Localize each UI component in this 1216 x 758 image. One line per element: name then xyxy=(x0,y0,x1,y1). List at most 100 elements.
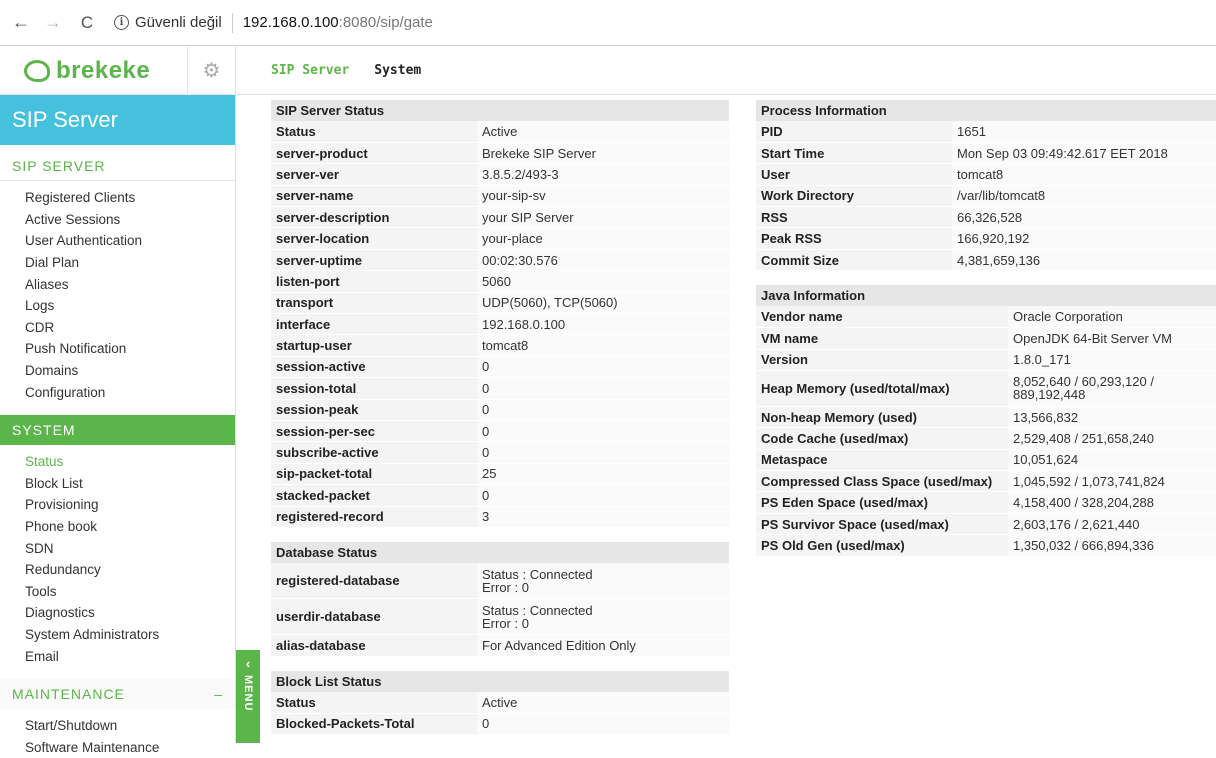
row-label: server-name xyxy=(271,185,477,208)
row-value: tomcat8 xyxy=(952,163,1216,186)
url-path[interactable]: :8080/sip/gate xyxy=(339,14,433,31)
row-value: your-sip-sv xyxy=(477,185,729,208)
sidebar-item-provisioning[interactable]: Provisioning xyxy=(0,494,235,516)
sidebar-item-sdn[interactable]: SDN xyxy=(0,537,235,559)
table-row: session-total 0 xyxy=(271,377,729,400)
table-row: server-location your-place xyxy=(271,227,729,250)
sip-server-section-header[interactable]: SIP SERVER xyxy=(0,151,235,181)
system-menu: Status Block List Provisioning Phone boo… xyxy=(0,445,235,667)
gear-icon[interactable]: ⚙ xyxy=(188,58,235,83)
table-row: userdir-database Status : Connected Error … xyxy=(271,598,729,636)
table-row: PS Old Gen (used/max) 1,350,032 / 666,894… xyxy=(756,534,1216,557)
maintenance-section-header[interactable]: MAINTENANCE – xyxy=(0,678,235,709)
table-row: server-description your SIP Server xyxy=(271,206,729,229)
table-row: sip-packet-total 25 xyxy=(271,463,729,486)
collapse-toggle-icon[interactable]: – xyxy=(214,686,223,702)
row-label: Commit Size xyxy=(756,249,952,272)
table-row: Heap Memory (used/total/max) 8,052,640 / … xyxy=(756,370,1216,407)
table-row: registered-database Status : Connected Err… xyxy=(271,562,729,600)
status-content: SIP Server Status Status Active server-pro… xyxy=(271,100,1216,743)
sidebar-item-diagnostics[interactable]: Diagnostics xyxy=(0,602,235,624)
sidebar-item-tools[interactable]: Tools xyxy=(0,581,235,603)
row-label: PID xyxy=(756,121,952,143)
row-value: 13,566,832 xyxy=(1008,406,1216,429)
row-value: 1.8.0_171 xyxy=(1008,349,1216,371)
table-row: PS Eden Space (used/max) 4,158,400 / 328,… xyxy=(756,491,1216,514)
system-section-header[interactable]: SYSTEM xyxy=(0,414,235,445)
tab-sip-server[interactable]: SIP Server xyxy=(271,63,349,78)
row-label: registered-record xyxy=(271,506,477,528)
table-row: session-peak 0 xyxy=(271,399,729,421)
row-value: UDP(5060), TCP(5060) xyxy=(477,292,729,315)
sidebar-item-software-maintenance[interactable]: Software Maintenance xyxy=(0,736,235,758)
value-line: Status : Connected xyxy=(482,602,593,618)
row-value: 2,603,176 / 2,621,440 xyxy=(1008,513,1216,536)
brekeke-logo[interactable]: brekeke xyxy=(0,46,188,95)
table-row: PS Survivor Space (used/max) 2,603,176 / … xyxy=(756,513,1216,536)
sidebar-item-domains[interactable]: Domains xyxy=(0,360,235,382)
sidebar-item-status[interactable]: Status xyxy=(0,451,235,473)
row-label: Blocked-Packets-Total xyxy=(271,713,477,736)
table-row: server-name your-sip-sv xyxy=(271,185,729,208)
url-host[interactable]: 192.168.0.100 xyxy=(243,14,339,31)
row-label: Compressed Class Space (used/max) xyxy=(756,470,1008,493)
sidebar-item-active-sessions[interactable]: Active Sessions xyxy=(0,209,235,231)
row-label: Code Cache (used/max) xyxy=(756,427,1008,450)
table-row: Code Cache (used/max) 2,529,408 / 251,658… xyxy=(756,427,1216,450)
table-row: Non-heap Memory (used) 13,566,832 xyxy=(756,406,1216,429)
sidebar-item-cdr[interactable]: CDR xyxy=(0,317,235,339)
sidebar-item-redundancy[interactable]: Redundancy xyxy=(0,559,235,581)
sidebar-item-push-notification[interactable]: Push Notification xyxy=(0,338,235,360)
row-label: Peak RSS xyxy=(756,227,952,250)
sidebar-item-email[interactable]: Email xyxy=(0,645,235,667)
row-value: Active xyxy=(477,691,729,714)
menu-tab-label: MENU xyxy=(242,675,254,712)
table-caption: Process Information xyxy=(756,100,1216,121)
sidebar-item-start-shutdown[interactable]: Start/Shutdown xyxy=(0,715,235,737)
sidebar-item-block-list[interactable]: Block List xyxy=(0,473,235,495)
maintenance-label: MAINTENANCE xyxy=(12,685,125,702)
table-row: server-ver 3.8.5.2/493-3 xyxy=(271,163,729,186)
row-label: PS Eden Space (used/max) xyxy=(756,491,1008,514)
menu-collapse-tab[interactable]: ‹ MENU xyxy=(236,650,260,743)
sidebar-item-aliases[interactable]: Aliases xyxy=(0,273,235,295)
top-tabs: SIP Server System xyxy=(237,47,1216,95)
row-label: subscribe-active xyxy=(271,441,477,464)
row-label: listen-port xyxy=(271,270,477,293)
row-value: 0 xyxy=(477,484,729,507)
forward-arrow-icon[interactable]: → xyxy=(42,12,64,34)
reload-icon[interactable]: C xyxy=(76,12,98,34)
block-list-status-table: Block List Status Status Active Blocked-Pa… xyxy=(271,670,729,736)
row-value: Status : Connected Error : 0 xyxy=(477,562,729,600)
sidebar-item-registered-clients[interactable]: Registered Clients xyxy=(0,187,235,209)
sidebar-item-logs[interactable]: Logs xyxy=(0,295,235,317)
sip-server-menu: Registered Clients Active Sessions User … xyxy=(0,181,235,403)
right-column: Process Information PID 1651 Start Time Mon… xyxy=(756,100,1216,557)
row-value: Mon Sep 03 09:49:42.617 EET 2018 xyxy=(952,142,1216,165)
table-caption: SIP Server Status xyxy=(271,100,729,121)
row-value: 25 xyxy=(477,463,729,486)
sidebar-item-configuration[interactable]: Configuration xyxy=(0,381,235,403)
row-value: 192.168.0.100 xyxy=(477,313,729,336)
row-value: 3.8.5.2/493-3 xyxy=(477,163,729,186)
sidebar-item-phone-book[interactable]: Phone book xyxy=(0,516,235,538)
sidebar-item-dial-plan[interactable]: Dial Plan xyxy=(0,252,235,274)
sip-server-status-table: SIP Server Status Status Active server-pro… xyxy=(271,100,729,528)
security-status[interactable]: Güvenli değil xyxy=(135,14,222,31)
table-row: listen-port 5060 xyxy=(271,270,729,293)
row-value: 0 xyxy=(477,356,729,379)
address-bar[interactable]: i Güvenli değil 192.168.0.100:8080/sip/g… xyxy=(106,12,433,33)
row-label: server-ver xyxy=(271,163,477,186)
frog-logo-icon xyxy=(24,59,50,82)
sidebar-item-system-administrators[interactable]: System Administrators xyxy=(0,624,235,646)
row-label: startup-user xyxy=(271,334,477,357)
tab-system[interactable]: System xyxy=(374,63,421,78)
row-value: 1651 xyxy=(952,121,1216,143)
table-row: Metaspace 10,051,624 xyxy=(756,449,1216,472)
row-value: 166,920,192 xyxy=(952,227,1216,250)
row-value: 00:02:30.576 xyxy=(477,249,729,272)
sidebar-item-user-authentication[interactable]: User Authentication xyxy=(0,230,235,252)
row-value: Oracle Corporation xyxy=(1008,306,1216,329)
info-icon[interactable]: i xyxy=(114,15,129,30)
back-arrow-icon[interactable]: ← xyxy=(10,12,32,34)
